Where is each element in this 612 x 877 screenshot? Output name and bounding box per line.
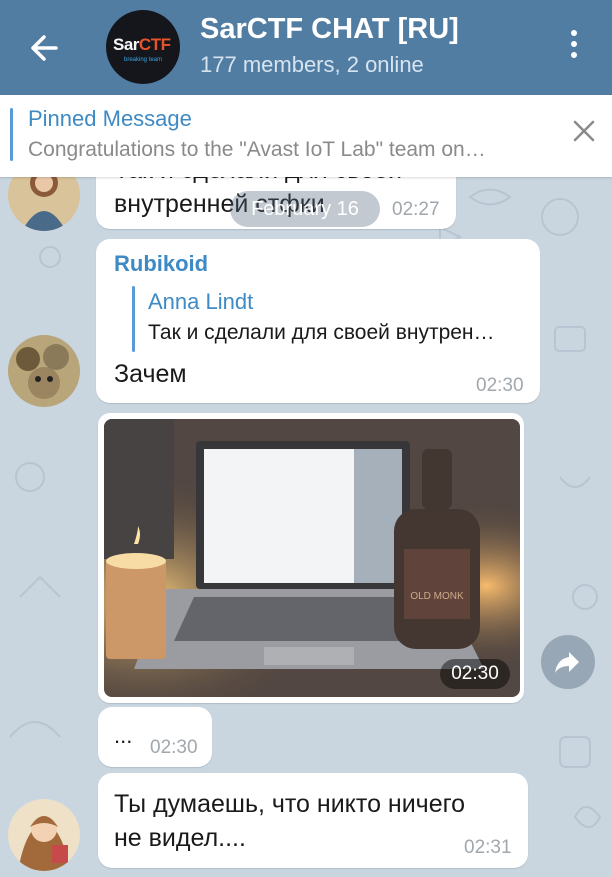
chat-title[interactable]: SarCTF CHAT [RU] [200, 13, 459, 46]
message-text: ... [114, 723, 133, 748]
message-list[interactable]: Так и сделали для своей внутренней стфки… [0, 177, 612, 877]
photo-time: 02:30 [440, 659, 510, 689]
reply-accent-bar [132, 286, 135, 352]
more-menu-icon[interactable] [562, 30, 586, 66]
message-text: Так и сделали для своей [114, 177, 402, 187]
pinned-title: Pinned Message [28, 106, 192, 131]
reply-preview[interactable]: Anna Lindt Так и сделали для своей внутр… [132, 286, 532, 352]
avatar[interactable] [8, 335, 80, 407]
message-text: Ты думаешь, что никто ничего [114, 790, 466, 818]
chat-header: SarCTF breaking team SarCTF CHAT [RU] 17… [0, 0, 612, 95]
back-arrow-icon[interactable] [26, 28, 66, 68]
group-logo: SarCTF [113, 35, 171, 54]
avatar[interactable] [8, 799, 80, 871]
share-icon[interactable] [541, 635, 595, 689]
group-logo-subtitle: breaking team [124, 57, 163, 63]
message-text: не видел.... [114, 824, 246, 852]
reply-sender: Anna Lindt [148, 289, 254, 314]
pinned-text: Congratulations to the "Avast IoT Lab" t… [28, 138, 486, 161]
chat-members-status: 177 members, 2 online [200, 52, 424, 77]
message-time: 02:30 [476, 375, 524, 396]
photo[interactable]: OLD MONK [104, 419, 520, 697]
message-bubble[interactable]: ... 02:30 [98, 707, 212, 767]
pinned-accent-bar [10, 108, 13, 161]
pinned-message-bar[interactable]: Pinned Message Congratulations to the "A… [0, 95, 612, 177]
message-time: 02:27 [392, 199, 440, 220]
date-divider: February 16 [230, 191, 380, 227]
message-text: Зачем [114, 360, 187, 388]
reply-text: Так и сделали для своей внутрен… [148, 321, 495, 344]
message-time: 02:31 [464, 837, 512, 858]
sender-name[interactable]: Rubikoid [114, 251, 208, 277]
close-icon[interactable] [572, 119, 596, 143]
message-bubble[interactable]: Rubikoid Anna Lindt Так и сделали для св… [96, 239, 540, 403]
group-avatar[interactable]: SarCTF breaking team [106, 10, 180, 84]
message-bubble[interactable]: Ты думаешь, что никто ничего не видел...… [98, 773, 528, 868]
message-time: 02:30 [150, 737, 198, 758]
